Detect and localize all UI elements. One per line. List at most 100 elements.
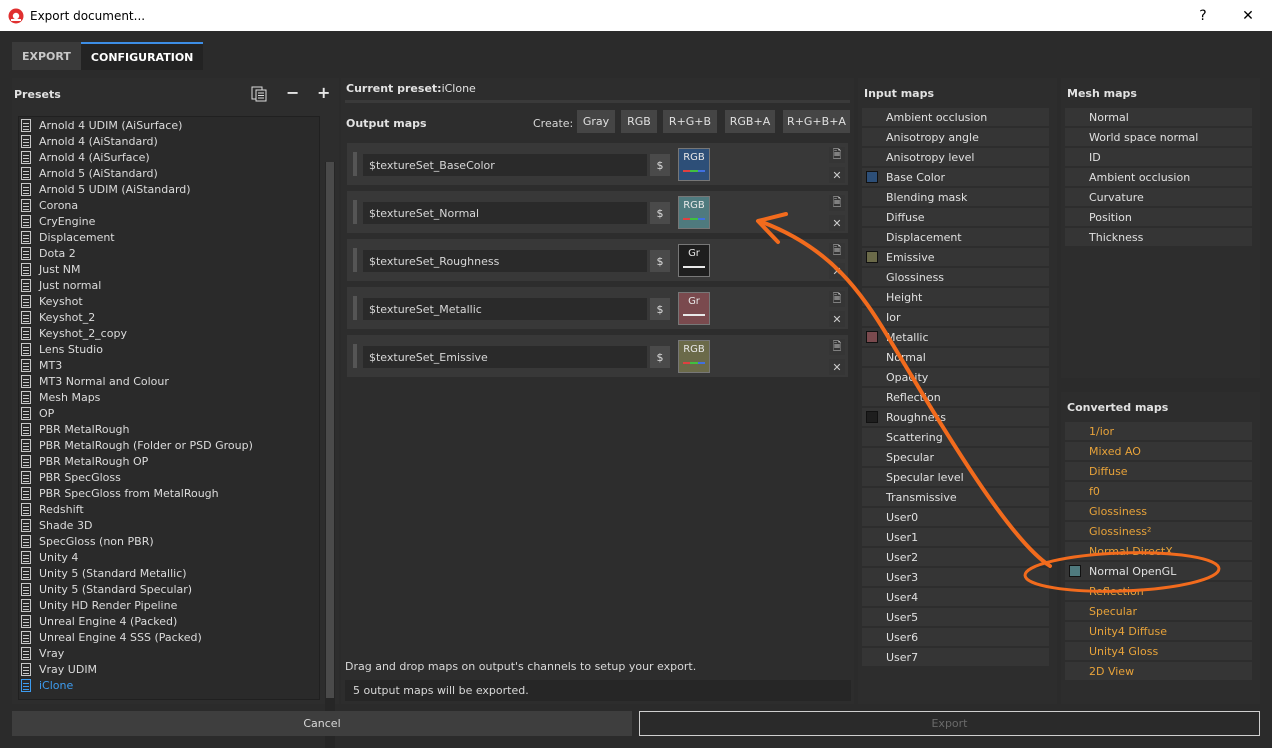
presets-scroll-thumb[interactable] [326, 162, 334, 698]
preset-item[interactable]: PBR MetalRough OP [19, 453, 319, 469]
preset-item[interactable]: MT3 [19, 357, 319, 373]
output-map-row[interactable]: $textureSet_Emissive $ RGB 🗎 ✕ [347, 335, 848, 377]
drag-handle[interactable] [353, 200, 357, 224]
map-item[interactable]: Ambient occlusion [1065, 168, 1252, 186]
output-map-row[interactable]: $textureSet_Metallic $ Gr 🗎 ✕ [347, 287, 848, 329]
preset-item[interactable]: Lens Studio [19, 341, 319, 357]
map-item[interactable]: Diffuse [1065, 462, 1252, 480]
insert-variable-button[interactable]: $ [650, 154, 670, 176]
preset-item[interactable]: Unity 4 [19, 549, 319, 565]
output-map-row[interactable]: $textureSet_BaseColor $ RGB 🗎 ✕ [347, 143, 848, 185]
export-button[interactable]: Export [639, 711, 1260, 736]
preset-item[interactable]: Displacement [19, 229, 319, 245]
preset-item[interactable]: PBR SpecGloss [19, 469, 319, 485]
map-item[interactable]: Normal [1065, 108, 1252, 126]
map-item[interactable]: Specular [862, 448, 1049, 466]
delete-map-icon[interactable]: ✕ [829, 215, 845, 231]
output-map-name-input[interactable]: $textureSet_Metallic [363, 298, 647, 320]
preset-item[interactable]: Unity HD Render Pipeline [19, 597, 319, 613]
map-item[interactable]: Scattering [862, 428, 1049, 446]
insert-variable-button[interactable]: $ [650, 298, 670, 320]
map-item[interactable]: Normal [862, 348, 1049, 366]
map-item[interactable]: Metallic [862, 328, 1049, 346]
preset-item[interactable]: Dota 2 [19, 245, 319, 261]
map-item[interactable]: 2D View [1065, 662, 1252, 680]
create-rgb-button[interactable]: RGB [621, 110, 657, 133]
map-item[interactable]: Blending mask [862, 188, 1049, 206]
map-item[interactable]: Specular [1065, 602, 1252, 620]
preset-item[interactable]: PBR MetalRough [19, 421, 319, 437]
map-item[interactable]: Opacity [862, 368, 1049, 386]
map-item[interactable]: f0 [1065, 482, 1252, 500]
channel-slot[interactable]: Gr [678, 292, 710, 325]
insert-variable-button[interactable]: $ [650, 250, 670, 272]
preset-item[interactable]: Arnold 5 (AiStandard) [19, 165, 319, 181]
map-item[interactable]: Ambient occlusion [862, 108, 1049, 126]
output-map-name-input[interactable]: $textureSet_Roughness [363, 250, 647, 272]
preset-item[interactable]: PBR SpecGloss from MetalRough [19, 485, 319, 501]
preset-item[interactable]: Unreal Engine 4 SSS (Packed) [19, 629, 319, 645]
copy-map-icon[interactable]: 🗎 [829, 195, 845, 211]
preset-item[interactable]: Arnold 4 (AiStandard) [19, 133, 319, 149]
insert-variable-button[interactable]: $ [650, 346, 670, 368]
tab-export[interactable]: EXPORT [12, 42, 81, 70]
map-item[interactable]: Anisotropy level [862, 148, 1049, 166]
map-item[interactable]: User6 [862, 628, 1049, 646]
map-item[interactable]: Glossiness [862, 268, 1049, 286]
preset-item[interactable]: Unity 5 (Standard Metallic) [19, 565, 319, 581]
map-item[interactable]: Height [862, 288, 1049, 306]
cancel-button[interactable]: Cancel [12, 711, 632, 736]
map-item[interactable]: Specular level [862, 468, 1049, 486]
delete-map-icon[interactable]: ✕ [829, 359, 845, 375]
map-item[interactable]: Transmissive [862, 488, 1049, 506]
map-item[interactable]: User4 [862, 588, 1049, 606]
preset-item[interactable]: Just normal [19, 277, 319, 293]
drag-handle[interactable] [353, 296, 357, 320]
preset-item[interactable]: Unreal Engine 4 (Packed) [19, 613, 319, 629]
copy-map-icon[interactable]: 🗎 [829, 243, 845, 259]
preset-item[interactable]: Corona [19, 197, 319, 213]
drag-handle[interactable] [353, 344, 357, 368]
preset-item[interactable]: Unity 5 (Standard Specular) [19, 581, 319, 597]
map-item[interactable]: Position [1065, 208, 1252, 226]
map-item[interactable]: World space normal [1065, 128, 1252, 146]
add-preset-button[interactable]: + [317, 83, 330, 102]
help-button[interactable]: ? [1180, 0, 1226, 31]
preset-item[interactable]: Keyshot_2_copy [19, 325, 319, 341]
create-r-g-b-a-button[interactable]: R+G+B+A [783, 110, 850, 133]
output-map-row[interactable]: $textureSet_Normal $ RGB 🗎 ✕ [347, 191, 848, 233]
map-item[interactable]: Ior [862, 308, 1049, 326]
map-item[interactable]: Normal OpenGL [1065, 562, 1252, 580]
preset-item[interactable]: CryEngine [19, 213, 319, 229]
preset-item[interactable]: SpecGloss (non PBR) [19, 533, 319, 549]
create-rgb-a-button[interactable]: RGB+A [725, 110, 775, 133]
map-item[interactable]: Displacement [862, 228, 1049, 246]
map-item[interactable]: Base Color [862, 168, 1049, 186]
preset-item[interactable]: Arnold 5 UDIM (AiStandard) [19, 181, 319, 197]
preset-item[interactable]: Just NM [19, 261, 319, 277]
output-map-name-input[interactable]: $textureSet_BaseColor [363, 154, 647, 176]
output-map-row[interactable]: $textureSet_Roughness $ Gr 🗎 ✕ [347, 239, 848, 281]
preset-item[interactable]: MT3 Normal and Colour [19, 373, 319, 389]
preset-item[interactable]: Redshift [19, 501, 319, 517]
copy-map-icon[interactable]: 🗎 [829, 147, 845, 163]
preset-item[interactable]: iClone [19, 677, 319, 693]
map-item[interactable]: Reflection [1065, 582, 1252, 600]
remove-preset-button[interactable]: − [286, 83, 299, 102]
map-item[interactable]: User3 [862, 568, 1049, 586]
map-item[interactable]: Glossiness [1065, 502, 1252, 520]
map-item[interactable]: Mixed AO [1065, 442, 1252, 460]
output-map-name-input[interactable]: $textureSet_Emissive [363, 346, 647, 368]
close-button[interactable]: ✕ [1225, 0, 1271, 31]
delete-map-icon[interactable]: ✕ [829, 263, 845, 279]
map-item[interactable]: User2 [862, 548, 1049, 566]
channel-slot[interactable]: RGB [678, 148, 710, 181]
map-item[interactable]: Normal DirectX [1065, 542, 1252, 560]
preset-item[interactable]: Arnold 4 (AiSurface) [19, 149, 319, 165]
channel-slot[interactable]: RGB [678, 196, 710, 229]
preset-item[interactable]: Vray [19, 645, 319, 661]
map-item[interactable]: ID [1065, 148, 1252, 166]
delete-map-icon[interactable]: ✕ [829, 311, 845, 327]
map-item[interactable]: Diffuse [862, 208, 1049, 226]
create-r-g-b-button[interactable]: R+G+B [663, 110, 717, 133]
